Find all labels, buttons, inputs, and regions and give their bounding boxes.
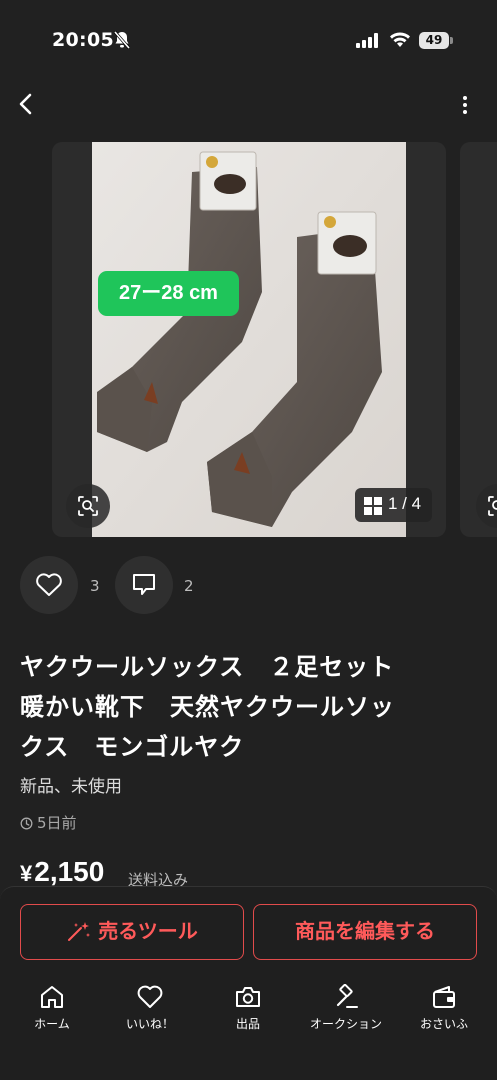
tab-home[interactable]: ホーム xyxy=(7,984,97,1032)
image-carousel[interactable] xyxy=(0,142,497,537)
status-bar: 20:05 49 xyxy=(0,0,497,80)
next-image-slide[interactable] xyxy=(460,142,497,537)
tab-auction[interactable]: オークション xyxy=(301,984,391,1032)
price: ¥2,150 xyxy=(20,856,104,888)
tab-likes[interactable]: いいね！ xyxy=(105,984,195,1032)
like-count: 3 xyxy=(90,577,100,595)
signal-icon xyxy=(356,33,380,52)
comment-count: 2 xyxy=(184,577,194,595)
grid-icon xyxy=(364,497,382,519)
page-indicator[interactable]: 1 / 4 xyxy=(355,488,432,522)
sparkle-wand-icon xyxy=(68,922,91,941)
page-count: 1 / 4 xyxy=(388,494,422,513)
back-arrow-icon[interactable] xyxy=(12,90,40,118)
product-title-line: クス モンゴルヤク xyxy=(20,733,245,761)
product-title: ヤクウールソックス ２足セット 暖かい靴下 天然ヤクウールソッ クス モンゴルヤ… xyxy=(20,647,480,767)
status-time: 20:05 xyxy=(52,29,114,51)
gavel-icon xyxy=(336,984,358,1008)
price-currency: ¥ xyxy=(20,861,33,886)
lens-search-icon[interactable] xyxy=(476,484,497,528)
price-value: 2,150 xyxy=(34,856,105,887)
heart-icon xyxy=(36,573,62,596)
item-condition: 新品、未使用 xyxy=(20,777,122,797)
product-photo xyxy=(92,142,406,537)
wifi-icon xyxy=(389,31,411,52)
home-icon xyxy=(41,986,63,1008)
tab-likes-label: いいね！ xyxy=(125,1017,174,1031)
comment-button[interactable] xyxy=(115,556,173,614)
like-button[interactable] xyxy=(20,556,78,614)
posted-time: 5日前 xyxy=(20,812,77,833)
tab-wallet-label: おさいふ xyxy=(419,1017,468,1031)
wallet-icon xyxy=(433,986,455,1008)
sell-tool-label: 売るツール xyxy=(98,919,198,943)
tab-home-label: ホーム xyxy=(34,1017,70,1031)
camera-icon xyxy=(236,987,260,1007)
more-vertical-icon[interactable] xyxy=(456,92,474,118)
heart-icon xyxy=(137,985,163,1008)
lens-search-icon[interactable] xyxy=(66,484,110,528)
tab-sell[interactable]: 出品 xyxy=(203,984,293,1032)
posted-time-text: 5日前 xyxy=(37,814,77,832)
tab-auction-label: オークション xyxy=(309,1017,382,1031)
battery-level: 49 xyxy=(419,32,449,49)
product-image-slide[interactable] xyxy=(52,142,446,537)
size-tag: 27ー28 cm xyxy=(98,271,239,316)
tab-sell-label: 出品 xyxy=(235,1017,260,1031)
product-title-line: 暖かい靴下 天然ヤクウールソッ xyxy=(20,693,395,721)
bell-slash-icon xyxy=(113,31,131,53)
edit-item-button[interactable]: 商品を編集する xyxy=(253,904,477,960)
edit-item-label: 商品を編集する xyxy=(295,919,435,943)
clock-icon xyxy=(20,817,33,830)
battery-icon: 49 xyxy=(419,32,453,50)
sell-tool-button[interactable]: 売るツール xyxy=(20,904,244,960)
product-title-line: ヤクウールソックス ２足セット xyxy=(20,653,395,681)
tab-wallet[interactable]: おさいふ xyxy=(399,984,489,1032)
comment-icon xyxy=(133,574,155,595)
